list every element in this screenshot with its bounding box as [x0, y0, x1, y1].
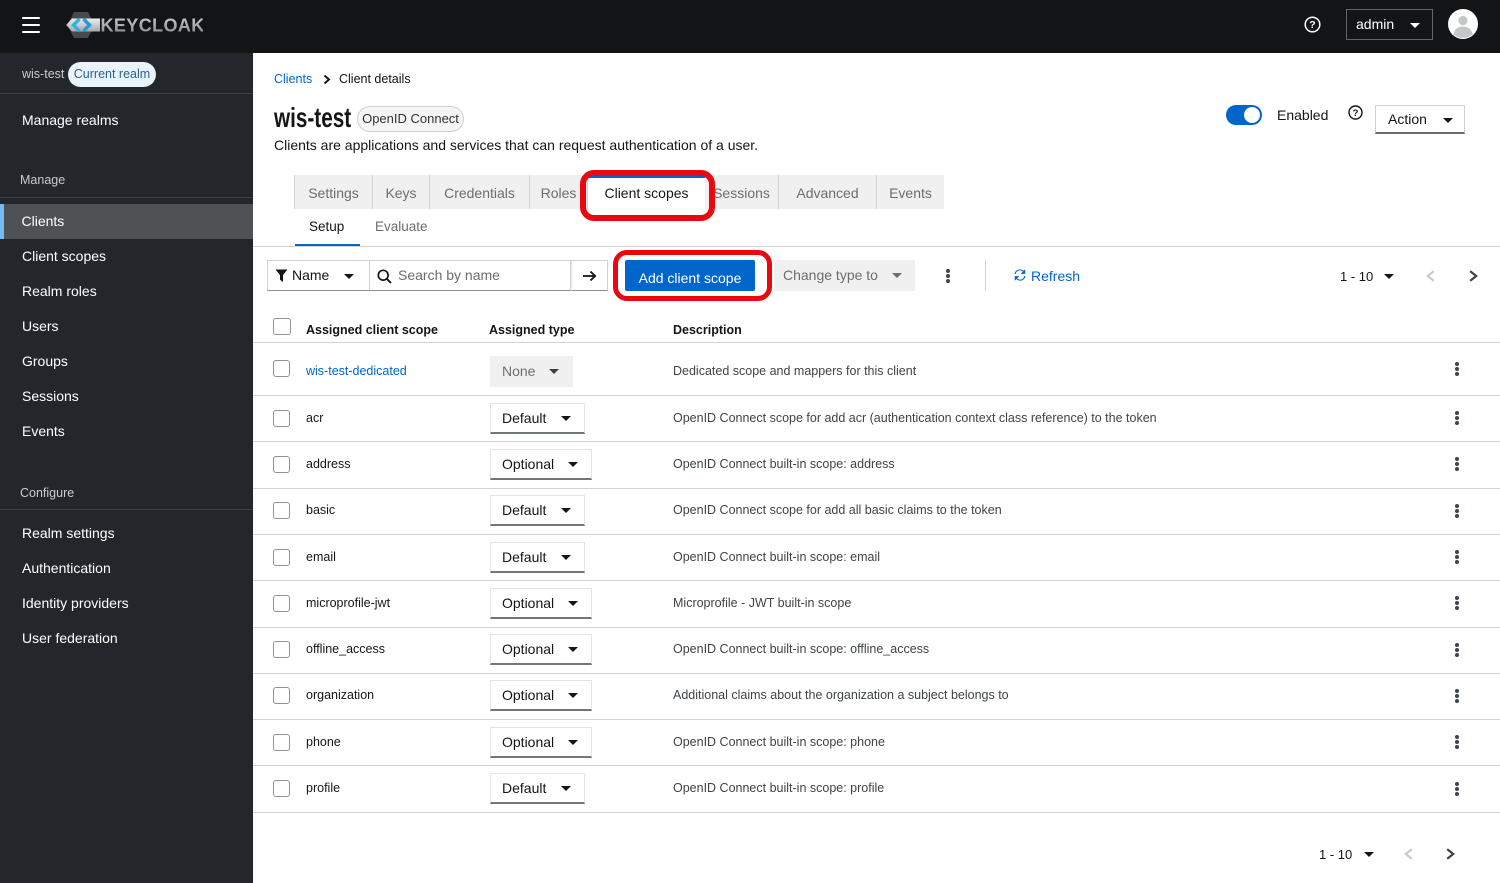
svg-text:?: ? — [1353, 108, 1359, 119]
svg-text:?: ? — [1309, 19, 1315, 31]
svg-text:KEYCLOAK: KEYCLOAK — [101, 16, 204, 36]
